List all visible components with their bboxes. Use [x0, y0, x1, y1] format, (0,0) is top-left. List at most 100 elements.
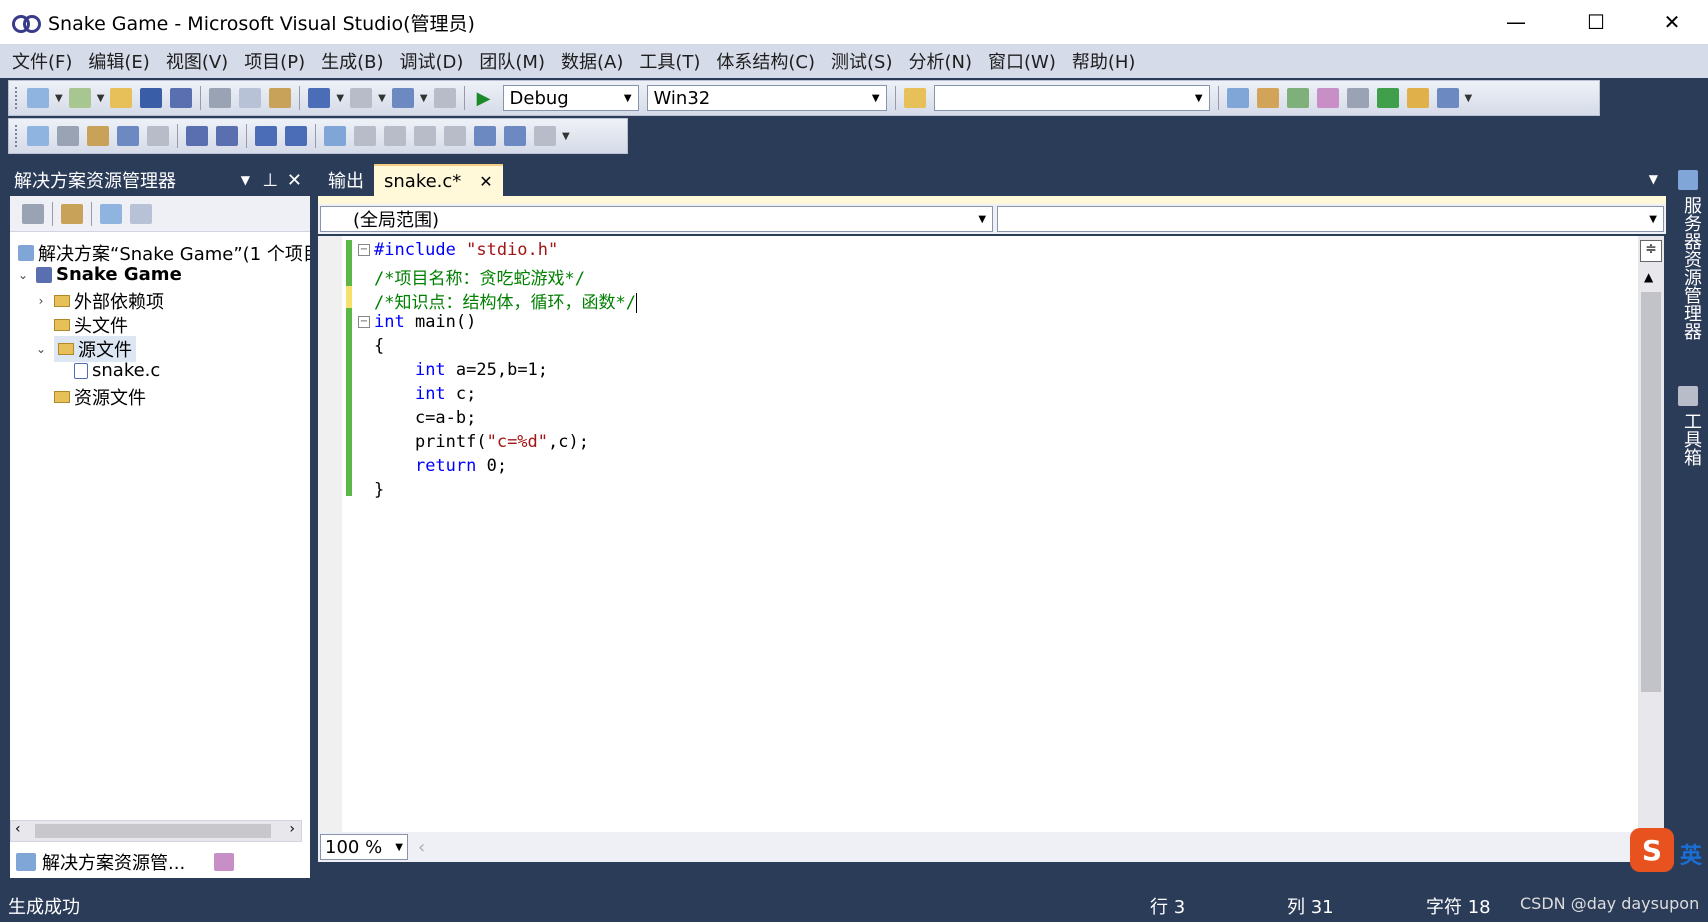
solution-config-select[interactable]: Debug ▼: [502, 85, 639, 111]
class-diagram-icon[interactable]: [130, 203, 152, 224]
next-bookmark-icon[interactable]: [384, 126, 406, 146]
class-view-icon[interactable]: [1406, 88, 1429, 108]
tab-solution-explorer[interactable]: 解决方案资源管...: [10, 846, 208, 878]
scroll-thumb[interactable]: [1641, 292, 1661, 692]
pin-icon[interactable]: ⊥: [262, 170, 278, 191]
prev-bookmark-icon[interactable]: [354, 126, 376, 146]
solution-explorer-icon[interactable]: [1226, 88, 1249, 108]
properties-icon[interactable]: [1256, 88, 1279, 108]
new-project-icon[interactable]: [27, 88, 49, 108]
save-all-icon[interactable]: [170, 88, 193, 108]
tab-snake-c[interactable]: snake.c* ✕: [374, 164, 503, 196]
scroll-left-icon[interactable]: ‹: [418, 837, 425, 858]
scope-select[interactable]: (全局范围) ▼: [320, 206, 994, 232]
scroll-left-icon[interactable]: ‹: [15, 821, 21, 837]
menu-architecture[interactable]: 体系结构(C): [708, 48, 823, 74]
redo-icon[interactable]: [350, 88, 373, 108]
prev-bookmark-folder-icon[interactable]: [414, 126, 436, 146]
comment-lines-icon[interactable]: [255, 126, 277, 146]
navigate-forward-icon[interactable]: [433, 88, 456, 108]
toolbar-grip[interactable]: [15, 87, 19, 109]
next-bookmark-doc-icon[interactable]: [504, 126, 526, 146]
tree-node-snake-c[interactable]: snake.c: [74, 360, 160, 381]
split-icon[interactable]: ≑: [1640, 240, 1662, 262]
menu-data[interactable]: 数据(A): [553, 48, 631, 74]
object-browser-icon[interactable]: [1286, 88, 1309, 108]
ime-language-indicator[interactable]: 英: [1680, 838, 1702, 870]
clear-bookmarks-icon[interactable]: [534, 126, 556, 146]
member-select[interactable]: ▼: [997, 206, 1664, 232]
quick-info-icon[interactable]: [87, 126, 109, 146]
refactor-icon[interactable]: [147, 126, 169, 146]
start-debug-icon[interactable]: ▶: [473, 88, 495, 109]
undo-icon[interactable]: [308, 88, 331, 108]
tree-node-source-files[interactable]: ⌄ 源文件: [34, 336, 136, 362]
menu-view[interactable]: 视图(V): [158, 48, 236, 74]
scroll-thumb[interactable]: [35, 824, 271, 838]
open-file-icon[interactable]: [110, 88, 133, 108]
outdent-icon[interactable]: [186, 126, 208, 146]
next-bookmark-folder-icon[interactable]: [444, 126, 466, 146]
platform-select[interactable]: Win32 ▼: [646, 85, 887, 111]
find-in-files-icon[interactable]: [903, 88, 926, 108]
copy-icon[interactable]: [239, 88, 262, 108]
server-explorer-tab[interactable]: 服务器资源管理器: [1678, 170, 1704, 340]
collapse-icon[interactable]: −: [358, 316, 370, 328]
properties-icon[interactable]: [61, 203, 83, 224]
show-all-files-icon[interactable]: [22, 203, 44, 224]
tree-node-header-files[interactable]: 头文件: [54, 312, 128, 338]
add-item-icon[interactable]: [68, 88, 91, 108]
window-position-icon[interactable]: ▼: [241, 173, 250, 187]
toggle-bookmark-icon[interactable]: [324, 126, 346, 146]
close-panel-icon[interactable]: ✕: [287, 170, 302, 191]
collapse-icon[interactable]: −: [358, 244, 370, 256]
code-vertical-scrollbar[interactable]: ≑ ▲: [1638, 236, 1664, 832]
parameter-info-icon[interactable]: [57, 126, 79, 146]
close-button[interactable]: ✕: [1636, 0, 1708, 44]
minimize-button[interactable]: —: [1480, 0, 1552, 44]
menu-build[interactable]: 生成(B): [313, 48, 391, 74]
ime-logo-icon[interactable]: S: [1630, 828, 1674, 872]
maximize-button[interactable]: ☐: [1560, 0, 1632, 44]
menu-tools[interactable]: 工具(T): [631, 48, 708, 74]
scroll-right-icon[interactable]: ›: [289, 821, 295, 837]
paste-icon[interactable]: [269, 88, 292, 108]
active-files-dropdown-icon[interactable]: ▼: [1649, 172, 1658, 186]
prev-bookmark-doc-icon[interactable]: [474, 126, 496, 146]
tree-node-resource-files[interactable]: 资源文件: [54, 384, 146, 410]
find-combo[interactable]: ▼: [933, 85, 1210, 111]
menu-file[interactable]: 文件(F): [4, 48, 80, 74]
menu-help[interactable]: 帮助(H): [1064, 48, 1144, 74]
menu-test[interactable]: 测试(S): [823, 48, 900, 74]
extensions-icon[interactable]: [1346, 88, 1369, 108]
cut-icon[interactable]: [209, 88, 232, 108]
view-code-icon[interactable]: [100, 203, 122, 224]
menu-team[interactable]: 团队(M): [471, 48, 553, 74]
toolbar-grip[interactable]: [15, 125, 19, 147]
tree-node-project[interactable]: ⌄ Snake Game: [16, 264, 182, 285]
command-window-icon[interactable]: [1436, 88, 1459, 108]
toolbox-tab[interactable]: 工具箱: [1678, 386, 1704, 466]
toolbox-icon[interactable]: [1316, 88, 1339, 108]
tab-output[interactable]: 输出: [318, 164, 374, 196]
object-members-icon[interactable]: [27, 126, 49, 146]
complete-word-icon[interactable]: [117, 126, 139, 146]
tab-class-view[interactable]: 类视图: [208, 846, 300, 878]
code-editor[interactable]: − − #include "stdio.h" /*项目名称：贪吃蛇游戏*/ /*…: [318, 236, 1638, 832]
scroll-up-icon[interactable]: ▲: [1644, 270, 1653, 284]
menu-window[interactable]: 窗口(W): [980, 48, 1064, 74]
menu-project[interactable]: 项目(P): [236, 48, 313, 74]
zoom-select[interactable]: 100 % ▼: [320, 834, 408, 860]
start-page-icon[interactable]: [1376, 88, 1399, 108]
menu-analyze[interactable]: 分析(N): [901, 48, 981, 74]
menu-edit[interactable]: 编辑(E): [80, 48, 157, 74]
save-icon[interactable]: [140, 88, 163, 108]
tree-node-external-deps[interactable]: › 外部依赖项: [34, 288, 164, 314]
navigate-backward-icon[interactable]: [391, 88, 414, 108]
uncomment-lines-icon[interactable]: [285, 126, 307, 146]
tree-node-solution[interactable]: 解决方案“Snake Game”(1 个项目: [18, 240, 310, 266]
close-tab-icon[interactable]: ✕: [479, 172, 492, 191]
indent-icon[interactable]: [216, 126, 238, 146]
solution-horizontal-scrollbar[interactable]: ‹ ›: [10, 820, 302, 842]
menu-debug[interactable]: 调试(D): [392, 48, 472, 74]
